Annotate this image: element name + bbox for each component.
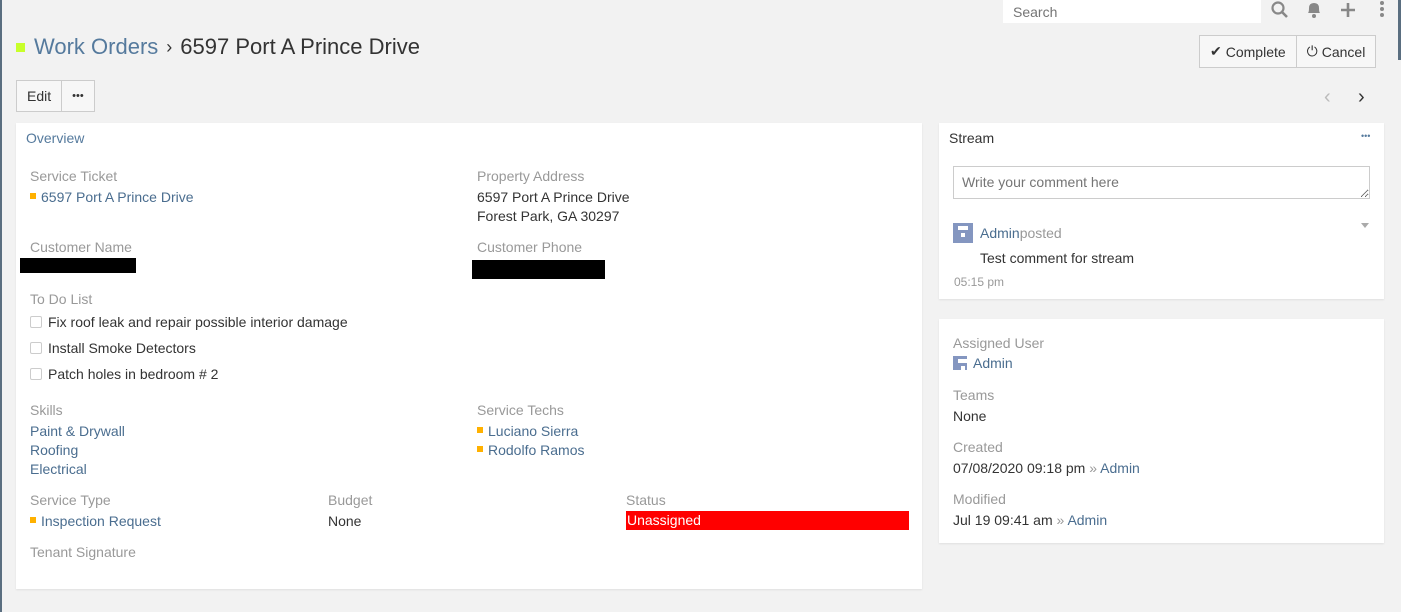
post-time: 05:15 pm <box>954 275 1005 289</box>
check-icon: ✔ <box>1210 43 1222 59</box>
modified-value: Jul 19 09:41 am » Admin <box>953 512 1107 528</box>
left-edge-bar <box>0 0 2 612</box>
tech-link[interactable]: Luciano Sierra <box>477 423 578 439</box>
post-user-link[interactable]: Admin <box>980 225 1020 241</box>
teams-value: None <box>953 408 987 424</box>
skill-link[interactable]: Roofing <box>30 442 78 458</box>
customer-phone-label: Customer Phone <box>477 239 583 255</box>
user-avatar-icon <box>953 223 973 243</box>
todo-item[interactable]: Fix roof leak and repair possible interi… <box>30 314 348 330</box>
status-badge: Unassigned <box>626 511 909 530</box>
address-line2: Forest Park, GA 30297 <box>477 208 620 224</box>
assigned-user-label: Assigned User <box>953 335 1045 351</box>
modified-separator: » <box>1056 512 1065 528</box>
todo-checkbox[interactable] <box>30 316 42 329</box>
breadcrumb: Work Orders › 6597 Port A Prince Drive <box>16 34 420 60</box>
previous-record-icon[interactable]: ‹ <box>1324 86 1331 109</box>
stream-post-header: Admin posted <box>953 223 1062 243</box>
tech-link[interactable]: Rodolfo Ramos <box>477 442 585 458</box>
created-by-link[interactable]: Admin <box>1100 460 1140 476</box>
complete-button[interactable]: ✔ Complete <box>1199 35 1297 68</box>
more-actions-button[interactable]: ••• <box>62 80 95 112</box>
status-label: Status <box>626 492 666 508</box>
customer-name-label: Customer Name <box>30 239 132 255</box>
user-avatar-icon <box>953 356 968 370</box>
redacted-customer-phone <box>472 260 605 279</box>
overview-panel: Overview Service Ticket 6597 Port A Prin… <box>16 123 922 589</box>
todo-label: To Do List <box>30 291 93 307</box>
next-record-icon[interactable]: › <box>1358 86 1365 109</box>
created-value: 07/08/2020 09:18 pm » Admin <box>953 460 1140 476</box>
todo-checkbox[interactable] <box>30 342 42 355</box>
complete-label: Complete <box>1225 43 1286 60</box>
skills-label: Skills <box>30 402 63 418</box>
post-options-caret-icon[interactable] <box>1361 223 1369 228</box>
service-type-label: Service Type <box>30 492 111 508</box>
stream-more-button[interactable]: ••• <box>1361 131 1370 141</box>
created-label: Created <box>953 439 1003 455</box>
budget-label: Budget <box>328 492 373 508</box>
post-action: posted <box>1019 225 1062 241</box>
kebab-menu-icon[interactable] <box>1378 0 1386 20</box>
cancel-button[interactable]: ⏻ Cancel <box>1296 35 1377 68</box>
modified-date: Jul 19 09:41 am <box>953 512 1053 528</box>
entity-color-icon <box>16 42 25 52</box>
service-ticket-link[interactable]: 6597 Port A Prince Drive <box>30 189 194 205</box>
record-info-panel: Assigned User Admin Teams None Created 0… <box>939 319 1384 543</box>
todo-checkbox[interactable] <box>30 368 42 381</box>
property-address-label: Property Address <box>477 168 585 184</box>
page-title: 6597 Port A Prince Drive <box>180 34 420 59</box>
power-icon: ⏻ <box>1306 43 1318 59</box>
address-line1: 6597 Port A Prince Drive <box>477 189 630 205</box>
modified-by-link[interactable]: Admin <box>1067 512 1107 528</box>
skill-link[interactable]: Electrical <box>30 461 87 477</box>
post-text: Test comment for stream <box>980 250 1135 266</box>
bell-icon[interactable] <box>1305 0 1323 20</box>
redacted-customer-name <box>20 258 136 273</box>
skill-link[interactable]: Paint & Drywall <box>30 423 125 439</box>
search-icon[interactable] <box>1270 0 1290 20</box>
cancel-label: Cancel <box>1321 43 1366 60</box>
todo-item[interactable]: Patch holes in bedroom # 2 <box>30 366 218 382</box>
breadcrumb-work-orders[interactable]: Work Orders <box>34 34 158 60</box>
budget-value: None <box>328 513 362 529</box>
todo-item[interactable]: Install Smoke Detectors <box>30 340 196 356</box>
comment-input[interactable] <box>953 166 1370 199</box>
search-input[interactable] <box>1003 0 1261 23</box>
edit-button[interactable]: Edit <box>16 80 63 112</box>
service-techs-label: Service Techs <box>477 402 564 418</box>
plus-icon[interactable] <box>1339 1 1357 19</box>
created-separator: » <box>1089 460 1098 476</box>
stream-title: Stream <box>949 130 995 146</box>
overview-title: Overview <box>26 130 85 146</box>
service-ticket-label: Service Ticket <box>30 168 118 184</box>
assigned-user-link[interactable]: Admin <box>973 355 1013 371</box>
tenant-signature-label: Tenant Signature <box>30 544 136 560</box>
teams-label: Teams <box>953 387 995 403</box>
assigned-user[interactable]: Admin <box>953 355 1013 371</box>
created-date: 07/08/2020 09:18 pm <box>953 460 1086 476</box>
breadcrumb-separator: › <box>166 36 173 57</box>
stream-panel: Stream ••• Admin posted Test comment for… <box>939 123 1384 299</box>
modified-label: Modified <box>953 491 1006 507</box>
service-type-link[interactable]: Inspection Request <box>30 513 161 529</box>
